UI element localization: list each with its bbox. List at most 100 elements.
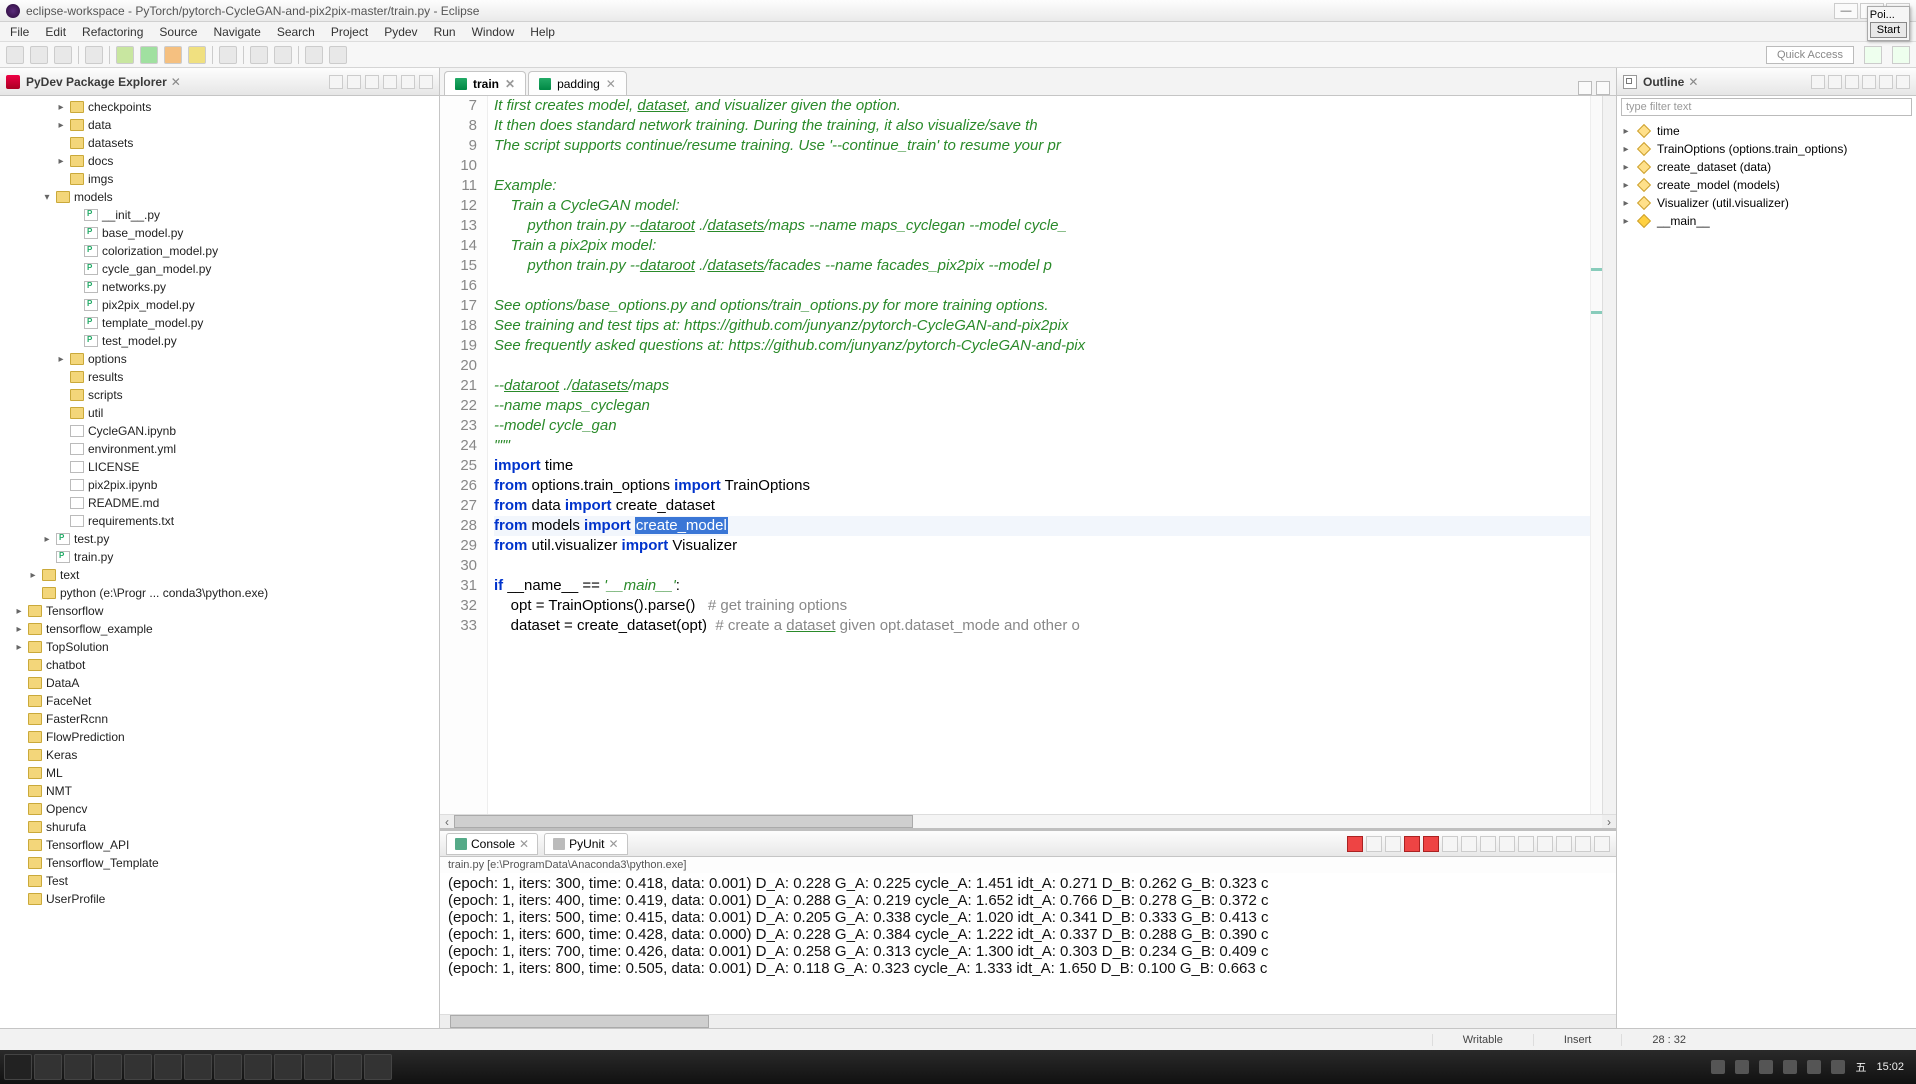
terminate-relaunch-button[interactable]	[1423, 836, 1439, 852]
start-menu-button[interactable]	[4, 1054, 32, 1080]
tree-item[interactable]: scripts	[0, 386, 439, 404]
package-tree[interactable]: ▸checkpoints▸datadatasets▸docsimgs▾model…	[0, 96, 439, 1028]
tray-ime-icon[interactable]	[1831, 1060, 1845, 1074]
sort-button[interactable]	[1811, 75, 1825, 89]
tree-item[interactable]: colorization_model.py	[0, 242, 439, 260]
close-tab-icon[interactable]: ✕	[606, 77, 616, 91]
terminate-button[interactable]	[1347, 836, 1363, 852]
code-line[interactable]	[494, 356, 1590, 376]
taskbar-app-4[interactable]	[184, 1054, 212, 1080]
taskbar-app-3[interactable]	[154, 1054, 182, 1080]
collapse-icon[interactable]: ▸	[14, 624, 24, 635]
console-tab-console[interactable]: Console✕	[446, 833, 538, 855]
tree-item[interactable]: ▸TopSolution	[0, 638, 439, 656]
code-line[interactable]: Example:	[494, 176, 1590, 196]
tree-item[interactable]: ▸checkpoints	[0, 98, 439, 116]
cortana-button[interactable]	[34, 1054, 62, 1080]
code-line[interactable]: opt = TrainOptions().parse() # get train…	[494, 596, 1590, 616]
tree-item[interactable]: UserProfile	[0, 890, 439, 908]
tree-item[interactable]: environment.yml	[0, 440, 439, 458]
tree-item[interactable]: CycleGAN.ipynb	[0, 422, 439, 440]
tree-item[interactable]: util	[0, 404, 439, 422]
code-line[interactable]: See frequently asked questions at: https…	[494, 336, 1590, 356]
console-horizontal-scrollbar[interactable]	[440, 1014, 1616, 1028]
perspective-open-button[interactable]	[1892, 46, 1910, 64]
tree-item[interactable]: cycle_gan_model.py	[0, 260, 439, 278]
taskbar-app-7[interactable]	[274, 1054, 302, 1080]
tray-network-icon[interactable]	[1783, 1060, 1797, 1074]
code-line[interactable]: from util.visualizer import Visualizer	[494, 536, 1590, 556]
tree-item[interactable]: ▸docs	[0, 152, 439, 170]
collapse-icon[interactable]: ▸	[28, 570, 38, 581]
tree-item[interactable]: Tensorflow_API	[0, 836, 439, 854]
collapse-icon[interactable]: ▸	[56, 120, 66, 131]
tree-item[interactable]: datasets	[0, 134, 439, 152]
collapse-icon[interactable]: ▸	[56, 102, 66, 113]
breakpoint-button[interactable]	[85, 46, 103, 64]
tree-item[interactable]: train.py	[0, 548, 439, 566]
next-annotation-button[interactable]	[274, 46, 292, 64]
code-line[interactable]: """	[494, 436, 1590, 456]
tree-item[interactable]: pix2pix.ipynb	[0, 476, 439, 494]
code-line[interactable]: --dataroot ./datasets/maps	[494, 376, 1590, 396]
tray-icon[interactable]	[1711, 1060, 1725, 1074]
code-line[interactable]: import time	[494, 456, 1590, 476]
tray-volume-icon[interactable]	[1807, 1060, 1821, 1074]
tree-item[interactable]: FaceNet	[0, 692, 439, 710]
run-button[interactable]	[140, 46, 158, 64]
prev-annotation-button[interactable]	[250, 46, 268, 64]
taskbar-app-5[interactable]	[214, 1054, 242, 1080]
tray-icon[interactable]	[1759, 1060, 1773, 1074]
external-tools-button[interactable]	[188, 46, 206, 64]
console-tab-pyunit[interactable]: PyUnit✕	[544, 833, 627, 855]
code-line[interactable]: from models import create_model	[494, 516, 1590, 536]
menu-search[interactable]: Search	[271, 23, 321, 41]
tree-item[interactable]: __init__.py	[0, 206, 439, 224]
maximize-outline-button[interactable]	[1896, 75, 1910, 89]
menu-pydev[interactable]: Pydev	[378, 23, 423, 41]
tree-item[interactable]: networks.py	[0, 278, 439, 296]
menu-run[interactable]: Run	[428, 23, 462, 41]
code-line[interactable]: It first creates model, dataset, and vis…	[494, 96, 1590, 116]
code-area[interactable]: It first creates model, dataset, and vis…	[488, 96, 1590, 814]
tree-item[interactable]: ▸Tensorflow	[0, 602, 439, 620]
save-all-button[interactable]	[54, 46, 72, 64]
tree-item[interactable]: Keras	[0, 746, 439, 764]
editor-tab-train[interactable]: train✕	[444, 71, 526, 95]
link-editor-button[interactable]	[347, 75, 361, 89]
filters-button[interactable]	[365, 75, 379, 89]
outline-twisty-icon[interactable]: ▸	[1621, 144, 1631, 155]
code-line[interactable]: from options.train_options import TrainO…	[494, 476, 1590, 496]
close-console-tab-icon[interactable]: ✕	[519, 837, 529, 851]
outline-twisty-icon[interactable]: ▸	[1621, 126, 1631, 137]
scroll-lock-button[interactable]	[1461, 836, 1477, 852]
code-line[interactable]: Train a pix2pix model:	[494, 236, 1590, 256]
maximize-editor-button[interactable]	[1596, 81, 1610, 95]
code-line[interactable]: --name maps_cyclegan	[494, 396, 1590, 416]
new-button[interactable]	[6, 46, 24, 64]
tree-item[interactable]: template_model.py	[0, 314, 439, 332]
code-editor[interactable]: 7891011121314151617181920212223242526272…	[440, 96, 1616, 814]
outline-item[interactable]: ▸create_dataset (data)	[1621, 158, 1912, 176]
menu-file[interactable]: File	[4, 23, 35, 41]
collapse-icon[interactable]: ▸	[56, 156, 66, 167]
perspective-pydev-button[interactable]	[1864, 46, 1882, 64]
taskbar-app-6[interactable]	[244, 1054, 272, 1080]
pin-console-button[interactable]	[1499, 836, 1515, 852]
outline-twisty-icon[interactable]: ▸	[1621, 162, 1631, 173]
tree-item[interactable]: results	[0, 368, 439, 386]
quick-access-input[interactable]: Quick Access	[1766, 46, 1854, 64]
code-line[interactable]	[494, 556, 1590, 576]
collapse-icon[interactable]: ▸	[14, 642, 24, 653]
remove-all-terminated-button[interactable]	[1385, 836, 1401, 852]
outline-view-menu-button[interactable]	[1862, 75, 1876, 89]
editor-horizontal-scrollbar[interactable]: ‹ ›	[440, 814, 1616, 828]
tree-item[interactable]: python (e:\Progr ... conda3\python.exe)	[0, 584, 439, 602]
scroll-left-icon[interactable]: ‹	[440, 815, 454, 828]
console-output[interactable]: (epoch: 1, iters: 300, time: 0.418, data…	[440, 873, 1616, 1014]
overview-ruler[interactable]	[1590, 96, 1602, 814]
tray-time[interactable]: 15:02	[1876, 1061, 1904, 1073]
code-line[interactable]: Train a CycleGAN model:	[494, 196, 1590, 216]
menu-edit[interactable]: Edit	[39, 23, 72, 41]
taskbar-app-8[interactable]	[304, 1054, 332, 1080]
